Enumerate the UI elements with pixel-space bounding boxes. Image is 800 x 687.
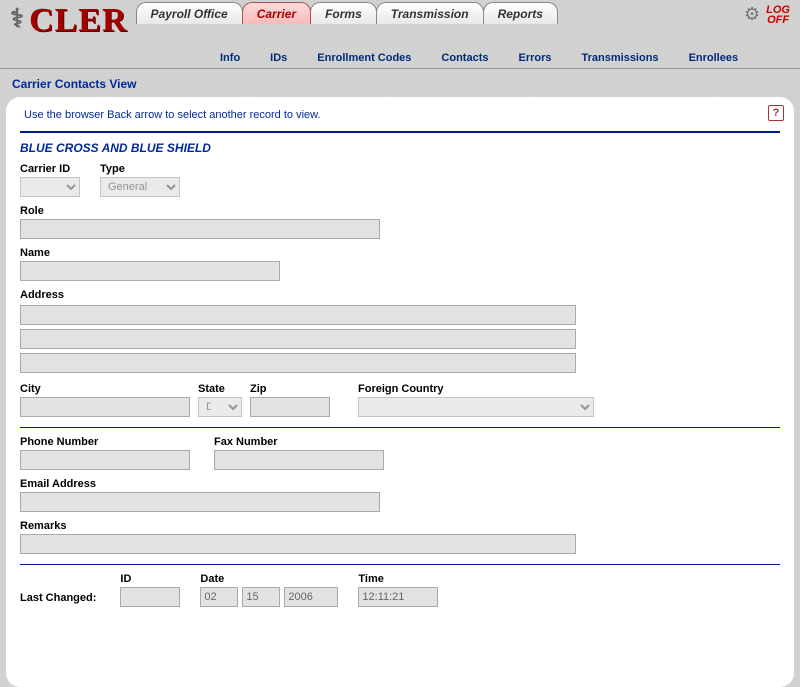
time-input[interactable]	[358, 587, 438, 607]
phone-input[interactable]	[20, 450, 190, 470]
label-city: City	[20, 383, 190, 395]
logo-text: CLER	[29, 2, 127, 40]
name-input[interactable]	[20, 261, 280, 281]
app-root: ⚕ CLER Payroll Office Carrier Forms Tran…	[0, 0, 800, 687]
tab-transmission[interactable]: Transmission	[376, 2, 484, 24]
app-logo: ⚕ CLER	[0, 0, 136, 40]
divider-mid1	[20, 427, 780, 428]
subtab-enrollment-codes[interactable]: Enrollment Codes	[317, 52, 411, 64]
foreign-country-select[interactable]	[358, 397, 594, 417]
sub-tabs: Info IDs Enrollment Codes Contacts Error…	[0, 48, 800, 69]
label-lc-id: ID	[120, 573, 180, 585]
email-input[interactable]	[20, 492, 380, 512]
tab-reports[interactable]: Reports	[483, 2, 558, 24]
zip-input[interactable]	[250, 397, 330, 417]
role-input[interactable]	[20, 219, 380, 239]
tab-carrier[interactable]: Carrier	[242, 2, 311, 24]
label-state: State	[198, 383, 242, 395]
address-line2-input[interactable]	[20, 329, 576, 349]
label-address: Address	[20, 289, 576, 301]
type-select[interactable]: General	[100, 177, 180, 197]
label-carrier-id: Carrier ID	[20, 163, 80, 175]
logoff-text-2: OFF	[766, 15, 790, 25]
help-icon[interactable]: ?	[768, 105, 784, 121]
main-tabs: Payroll Office Carrier Forms Transmissio…	[136, 2, 557, 24]
divider-mid2	[20, 564, 780, 565]
label-type: Type	[100, 163, 180, 175]
date-dd-input[interactable]	[242, 587, 280, 607]
address-line3-input[interactable]	[20, 353, 576, 373]
label-name: Name	[20, 247, 280, 259]
state-select[interactable]: DC	[198, 397, 242, 417]
date-yyyy-input[interactable]	[284, 587, 338, 607]
logoff-area: ⚙ LOG OFF	[744, 4, 800, 25]
label-phone: Phone Number	[20, 436, 190, 448]
label-remarks: Remarks	[20, 520, 576, 532]
date-mm-input[interactable]	[200, 587, 238, 607]
subtab-enrollees[interactable]: Enrollees	[689, 52, 739, 64]
label-foreign-country: Foreign Country	[358, 383, 594, 395]
tab-payroll-office[interactable]: Payroll Office	[136, 2, 243, 24]
city-input[interactable]	[20, 397, 190, 417]
page-title: Carrier Contacts View	[0, 69, 800, 97]
subtab-ids[interactable]: IDs	[270, 52, 287, 64]
carrier-name-heading: BLUE CROSS AND BLUE SHIELD	[20, 139, 780, 163]
caduceus-icon: ⚕	[10, 4, 25, 34]
divider-top	[20, 131, 780, 133]
content-card: ? Use the browser Back arrow to select a…	[6, 97, 794, 687]
label-lc-date: Date	[200, 573, 338, 585]
address-line1-input[interactable]	[20, 305, 576, 325]
tab-forms[interactable]: Forms	[310, 2, 377, 24]
logoff-text-1: LOG	[766, 5, 790, 15]
label-fax: Fax Number	[214, 436, 384, 448]
label-role: Role	[20, 205, 380, 217]
subtab-transmissions[interactable]: Transmissions	[582, 52, 659, 64]
carrier-id-select[interactable]	[20, 177, 80, 197]
subtab-errors[interactable]: Errors	[518, 52, 551, 64]
gear-icon[interactable]: ⚙	[744, 4, 760, 25]
logoff-link[interactable]: LOG OFF	[766, 5, 790, 25]
remarks-input[interactable]	[20, 534, 576, 554]
label-last-changed: Last Changed:	[20, 592, 96, 607]
fax-input[interactable]	[214, 450, 384, 470]
subtab-info[interactable]: Info	[220, 52, 240, 64]
last-changed-id-input[interactable]	[120, 587, 180, 607]
top-bar: ⚕ CLER Payroll Office Carrier Forms Tran…	[0, 0, 800, 48]
label-email: Email Address	[20, 478, 380, 490]
subtab-contacts[interactable]: Contacts	[441, 52, 488, 64]
instruction-text: Use the browser Back arrow to select ano…	[20, 103, 780, 129]
label-zip: Zip	[250, 383, 330, 395]
label-lc-time: Time	[358, 573, 438, 585]
